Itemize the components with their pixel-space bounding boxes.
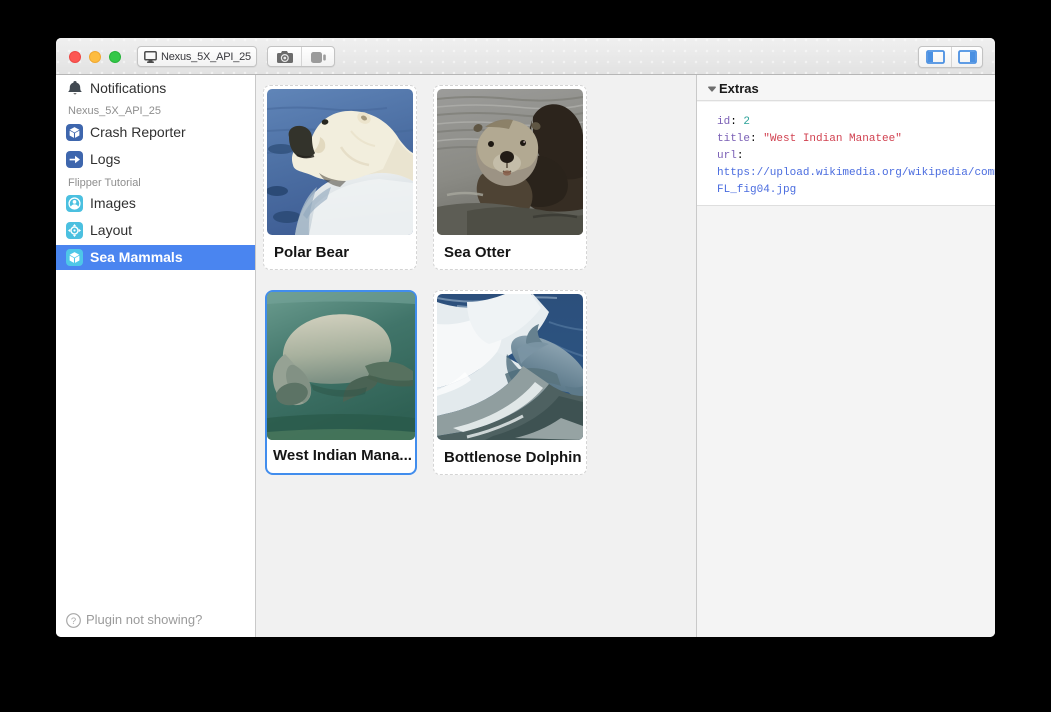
svg-text:?: ? xyxy=(71,616,76,627)
